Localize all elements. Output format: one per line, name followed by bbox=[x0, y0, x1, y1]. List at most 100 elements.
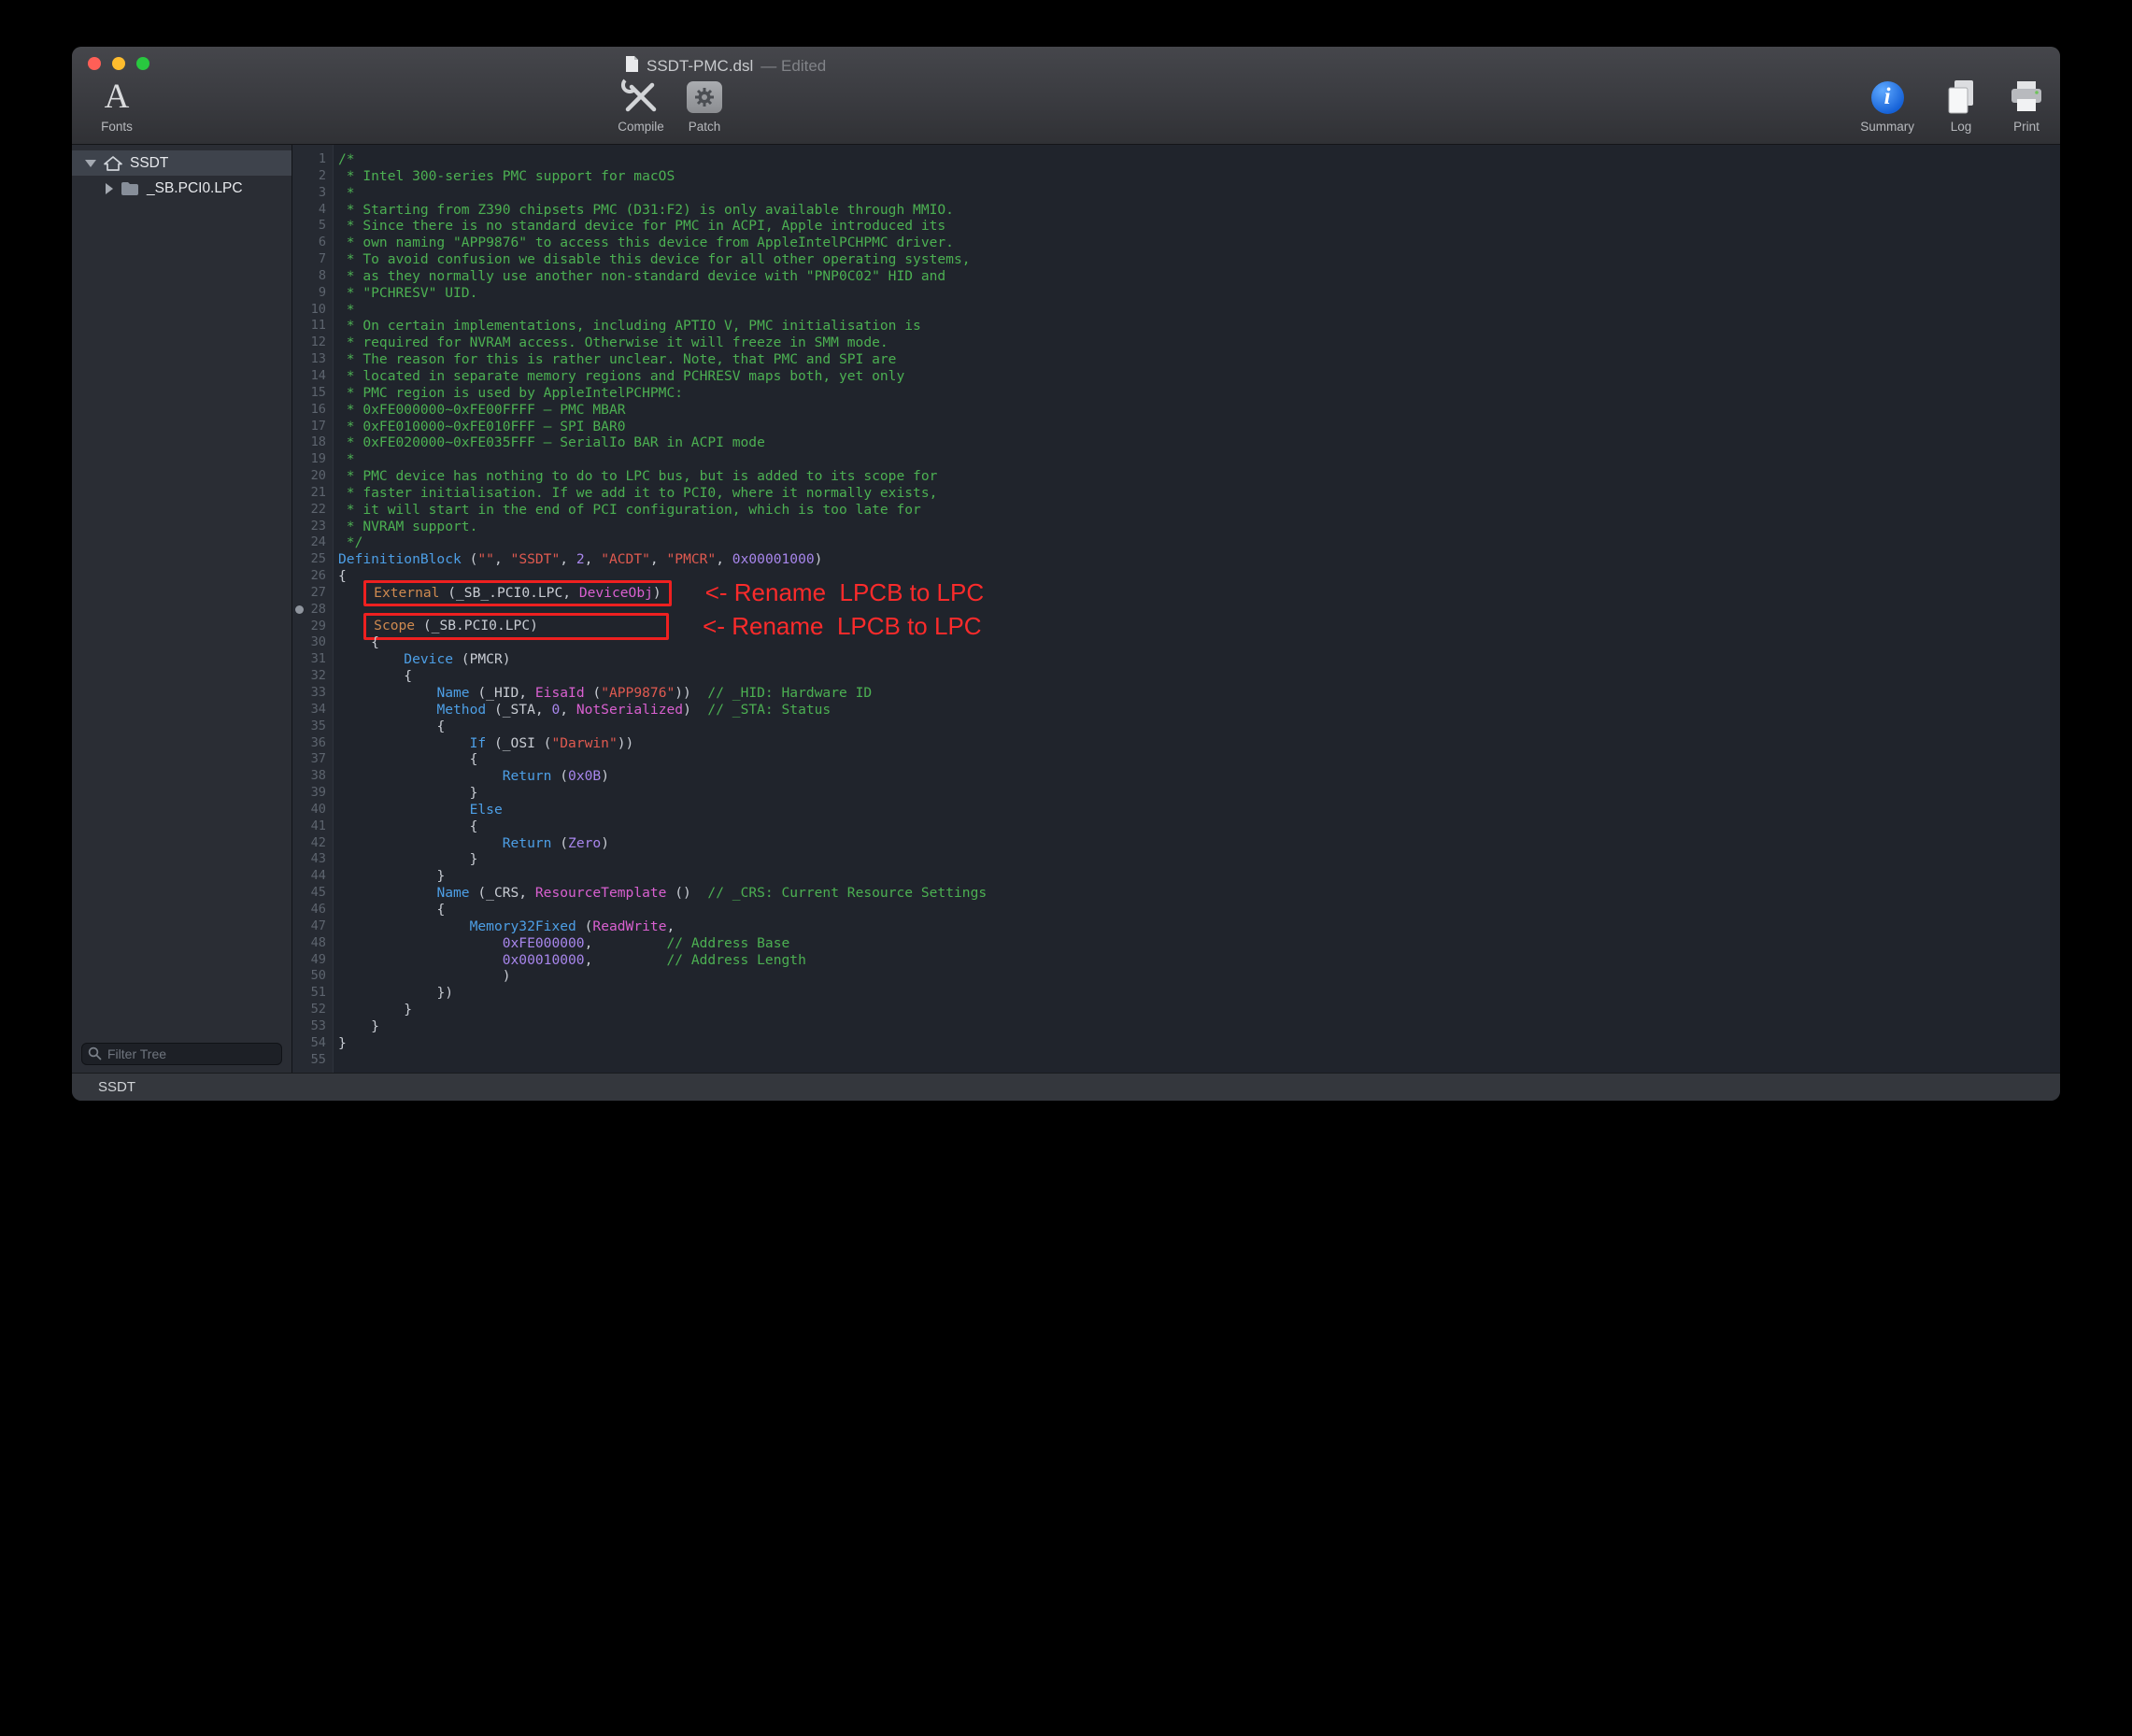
rename-highlight-box: External (_SB_.PCI0.LPC, DeviceObj) bbox=[363, 580, 672, 607]
line-number: 26 bbox=[292, 568, 333, 585]
summary-button[interactable]: i Summary bbox=[1860, 75, 1914, 134]
search-icon bbox=[88, 1046, 102, 1065]
code-line: * PMC region is used by AppleIntelPCHPMC… bbox=[338, 385, 2060, 402]
patch-gear-icon bbox=[687, 75, 722, 120]
code-line: } bbox=[338, 1018, 2060, 1035]
fonts-label: Fonts bbox=[101, 120, 133, 134]
code-line: } bbox=[338, 868, 2060, 885]
line-number: 7 bbox=[292, 251, 333, 268]
line-number: 12 bbox=[292, 334, 333, 351]
line-number: 3 bbox=[292, 185, 333, 202]
log-label: Log bbox=[1951, 120, 1972, 134]
line-number: 16 bbox=[292, 402, 333, 419]
code-line: * 0xFE000000~0xFE00FFFF — PMC MBAR bbox=[338, 402, 2060, 419]
code-line: * Starting from Z390 chipsets PMC (D31:F… bbox=[338, 202, 2060, 219]
printer-icon bbox=[2008, 75, 2045, 120]
code-line: * To avoid confusion we disable this dev… bbox=[338, 251, 2060, 268]
line-number: 34 bbox=[292, 702, 333, 719]
code-line: } bbox=[338, 1002, 2060, 1018]
code-line: Name (_CRS, ResourceTemplate () // _CRS:… bbox=[338, 885, 2060, 902]
summary-label: Summary bbox=[1860, 120, 1914, 134]
gutter-marker-dot bbox=[295, 605, 304, 614]
line-number: 22 bbox=[292, 502, 333, 519]
code-line: } bbox=[338, 851, 2060, 868]
line-number: 55 bbox=[292, 1052, 333, 1069]
code-line: * bbox=[338, 451, 2060, 468]
tree-sidebar: SSDT _SB.PCI0.LPC bbox=[72, 145, 292, 1073]
main-content: SSDT _SB.PCI0.LPC bbox=[72, 145, 2060, 1073]
code-line: { bbox=[338, 818, 2060, 835]
rename-annotation-text: <- Rename LPCB to LPC bbox=[703, 612, 981, 640]
code-line: { bbox=[338, 719, 2060, 735]
tree-item-label: _SB.PCI0.LPC bbox=[147, 180, 243, 197]
code-line: Method (_STA, 0, NotSerialized) // _STA:… bbox=[338, 702, 2060, 719]
code-line: }) bbox=[338, 985, 2060, 1002]
code-line: * it will start in the end of PCI config… bbox=[338, 502, 2060, 519]
disclosure-down-icon[interactable] bbox=[85, 160, 96, 167]
filter-tree-input[interactable] bbox=[81, 1043, 282, 1065]
toolbar-right-group: i Summary Log bbox=[1860, 75, 2045, 134]
line-number: 42 bbox=[292, 835, 333, 852]
line-number: 50 bbox=[292, 968, 333, 985]
code-line: * PMC device has nothing to do to LPC bu… bbox=[338, 468, 2060, 485]
status-text: SSDT bbox=[98, 1079, 135, 1095]
code-line: { bbox=[338, 902, 2060, 918]
log-pages-icon bbox=[1944, 75, 1978, 120]
line-number: 23 bbox=[292, 519, 333, 535]
line-number: 45 bbox=[292, 885, 333, 902]
disclosure-right-icon[interactable] bbox=[106, 183, 113, 194]
line-number: 38 bbox=[292, 768, 333, 785]
tree-item-ssdt[interactable]: SSDT bbox=[72, 150, 291, 176]
rename-highlight-box: Scope (_SB.PCI0.LPC) bbox=[363, 613, 669, 640]
line-number: 20 bbox=[292, 468, 333, 485]
code-line: * "PCHRESV" UID. bbox=[338, 285, 2060, 302]
code-line: * located in separate memory regions and… bbox=[338, 368, 2060, 385]
patch-label: Patch bbox=[689, 120, 721, 134]
code-line: */ bbox=[338, 534, 2060, 551]
line-number: 5 bbox=[292, 218, 333, 235]
line-number: 27 bbox=[292, 585, 333, 602]
code-line: * faster initialisation. If we add it to… bbox=[338, 485, 2060, 502]
code-line: Device (PMCR) bbox=[338, 651, 2060, 668]
filter-tree-field bbox=[81, 1043, 282, 1065]
code-line: * own naming "APP9876" to access this de… bbox=[338, 235, 2060, 251]
line-number: 31 bbox=[292, 651, 333, 668]
code-line: 0x00010000, // Address Length bbox=[338, 952, 2060, 969]
fonts-button[interactable]: A Fonts bbox=[87, 75, 147, 134]
line-number: 11 bbox=[292, 318, 333, 334]
code-line: * Since there is no standard device for … bbox=[338, 218, 2060, 235]
line-number: 43 bbox=[292, 851, 333, 868]
line-number: 49 bbox=[292, 952, 333, 969]
minimize-window-button[interactable] bbox=[112, 57, 125, 70]
code-line: DefinitionBlock ("", "SSDT", 2, "ACDT", … bbox=[338, 551, 2060, 568]
line-number: 1 bbox=[292, 151, 333, 168]
code-line: * On certain implementations, including … bbox=[338, 318, 2060, 334]
line-number: 28 bbox=[292, 602, 333, 619]
line-number: 46 bbox=[292, 902, 333, 918]
log-button[interactable]: Log bbox=[1944, 75, 1978, 134]
line-number: 44 bbox=[292, 868, 333, 885]
zoom-window-button[interactable] bbox=[136, 57, 149, 70]
line-number: 25 bbox=[292, 551, 333, 568]
close-window-button[interactable] bbox=[88, 57, 101, 70]
compile-button[interactable]: Compile bbox=[607, 75, 675, 134]
line-number: 47 bbox=[292, 918, 333, 935]
code-line: } bbox=[338, 785, 2060, 802]
tree-item-sb-pci0-lpc[interactable]: _SB.PCI0.LPC bbox=[72, 176, 291, 201]
folder-icon bbox=[121, 181, 139, 196]
code-line: * The reason for this is rather unclear.… bbox=[338, 351, 2060, 368]
line-number: 53 bbox=[292, 1018, 333, 1035]
print-button[interactable]: Print bbox=[2008, 75, 2045, 134]
document-title: SSDT-PMC.dsl bbox=[647, 57, 753, 76]
code-line: * NVRAM support. bbox=[338, 519, 2060, 535]
line-number: 30 bbox=[292, 634, 333, 651]
code-line: If (_OSI ("Darwin")) bbox=[338, 735, 2060, 752]
code-line: Else bbox=[338, 802, 2060, 818]
line-number: 48 bbox=[292, 935, 333, 952]
code-line: Name (_HID, EisaId ("APP9876")) // _HID:… bbox=[338, 685, 2060, 702]
patch-button[interactable]: Patch bbox=[677, 75, 732, 134]
line-number: 19 bbox=[292, 451, 333, 468]
code-editor[interactable]: 1234567891011121314151617181920212223242… bbox=[292, 145, 2060, 1073]
line-number: 24 bbox=[292, 534, 333, 551]
compile-label: Compile bbox=[618, 120, 664, 134]
